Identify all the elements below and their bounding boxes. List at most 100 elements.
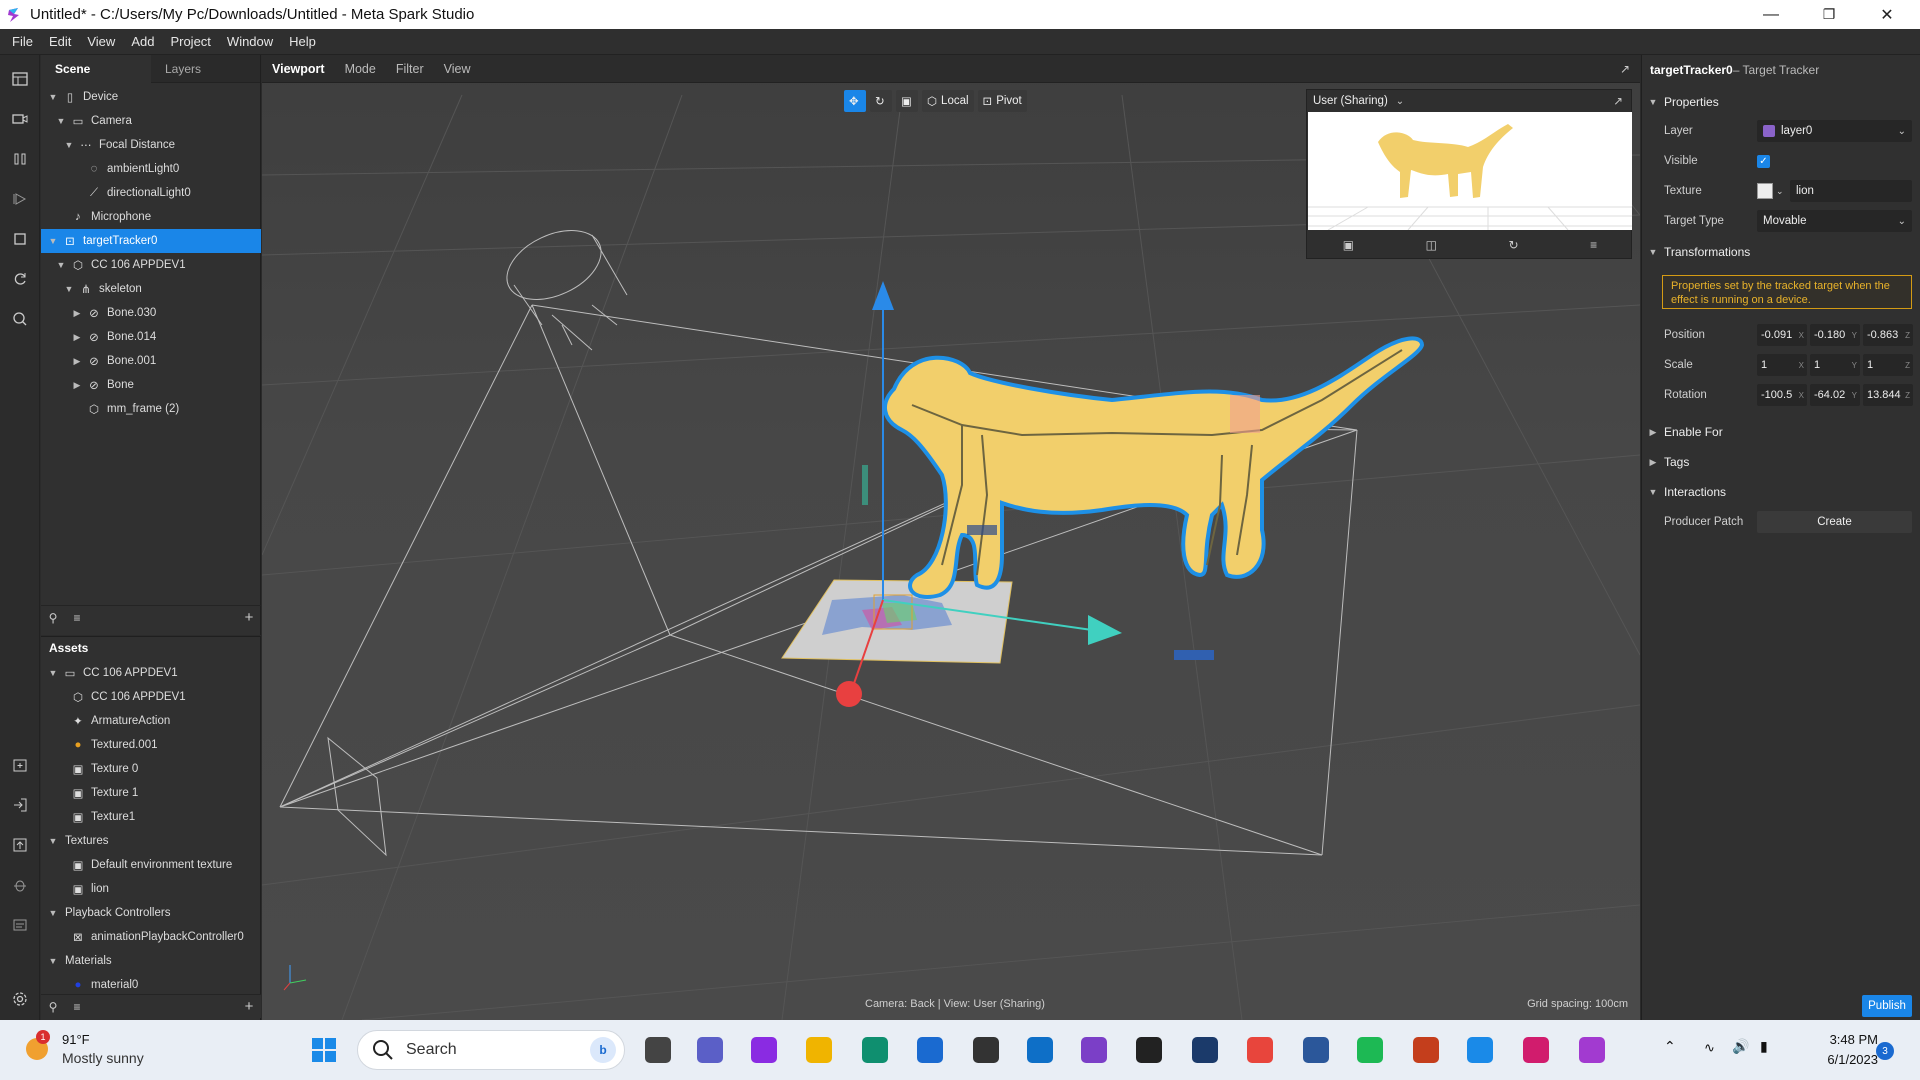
scene-tree-item[interactable]: ♪ Microphone xyxy=(41,205,261,229)
record-video-icon[interactable]: ▣ xyxy=(1343,238,1354,252)
scale-y-field[interactable]: 1Y xyxy=(1810,354,1860,376)
menu-window[interactable]: Window xyxy=(219,34,281,49)
viewport[interactable]: Viewport Mode Filter View ↗ ✥ ↻ ▣ ⬡ Local… xyxy=(262,55,1640,1020)
notification-badge[interactable]: 3 xyxy=(1876,1042,1894,1060)
restore-button[interactable]: ❐ xyxy=(1800,0,1858,29)
collapse-arrow-icon[interactable]: ▼ xyxy=(55,260,67,270)
chrome-icon[interactable] xyxy=(1242,1032,1278,1068)
scene-tree-item[interactable]: ▼ ▭ Camera xyxy=(41,109,261,133)
scene-tree-item[interactable]: ⟋ directionalLight0 xyxy=(41,181,261,205)
word-icon[interactable] xyxy=(1298,1032,1334,1068)
collapse-arrow-icon[interactable]: ▼ xyxy=(63,140,75,150)
weather-widget[interactable]: 1 91°F Mostly sunny xyxy=(22,1028,222,1072)
jetbrains-icon[interactable] xyxy=(1518,1032,1554,1068)
asset-item[interactable]: ▼ Textures xyxy=(41,829,261,853)
section-interactions[interactable]: ▼ Interactions xyxy=(1642,481,1920,503)
scale-z-field[interactable]: 1Z xyxy=(1863,354,1913,376)
layout-icon[interactable] xyxy=(8,67,32,91)
asset-item[interactable]: ▼ Materials xyxy=(41,949,261,973)
chevron-up-icon[interactable]: ⌃ xyxy=(1664,1038,1676,1055)
asset-item[interactable]: ▼ ▭ CC 106 APPDEV1 xyxy=(41,661,261,685)
collapse-arrow-icon[interactable]: ▼ xyxy=(47,668,59,678)
pivot-toggle[interactable]: ⊡ Pivot xyxy=(977,90,1027,112)
app-icon[interactable] xyxy=(1131,1032,1167,1068)
tab-view[interactable]: View xyxy=(434,62,481,76)
local-toggle[interactable]: ⬡ Local xyxy=(922,90,974,112)
scene-tree-item[interactable]: ▶ ⊘ Bone.014 xyxy=(41,325,261,349)
asset-item[interactable]: ● Textured.001 xyxy=(41,733,261,757)
asset-item[interactable]: ▣ Texture1 xyxy=(41,805,261,829)
scale-tool-button[interactable]: ▣ xyxy=(896,90,918,112)
section-enable-for[interactable]: ▶ Enable For xyxy=(1642,421,1920,443)
texture-thumbnail[interactable] xyxy=(1757,183,1773,199)
section-properties[interactable]: ▼ Properties xyxy=(1642,91,1920,113)
refresh-icon[interactable] xyxy=(8,267,32,291)
scene-tree-item[interactable]: ▼ ⋔ skeleton xyxy=(41,277,261,301)
position-z-field[interactable]: -0.863 Z xyxy=(1863,324,1913,346)
upload-icon[interactable] xyxy=(8,833,32,857)
asset-item[interactable]: ▣ Texture 0 xyxy=(41,757,261,781)
spotify-icon[interactable] xyxy=(1352,1032,1388,1068)
clock[interactable]: 3:48 PM 6/1/2023 xyxy=(1788,1030,1878,1070)
position-x-field[interactable]: -0.091 X xyxy=(1757,324,1807,346)
menu-edit[interactable]: Edit xyxy=(41,34,79,49)
settings-gear-icon[interactable] xyxy=(8,987,32,1011)
play-icon[interactable] xyxy=(8,187,32,211)
wifi-icon[interactable]: ∿ xyxy=(1704,1040,1715,1056)
visible-checkbox[interactable]: ✓ xyxy=(1757,154,1770,168)
collapse-arrow-icon[interactable]: ▼ xyxy=(55,116,67,126)
expand-arrow-icon[interactable]: ▶ xyxy=(71,356,83,367)
rotation-z-field[interactable]: 13.844 Z xyxy=(1863,384,1913,406)
menu-help[interactable]: Help xyxy=(281,34,324,49)
section-tags[interactable]: ▶ Tags xyxy=(1642,451,1920,473)
vscode-icon[interactable] xyxy=(1022,1032,1058,1068)
collapse-arrow-icon[interactable]: ▼ xyxy=(47,908,59,918)
restart-icon[interactable]: ↻ xyxy=(1509,238,1519,252)
collapse-arrow-icon[interactable]: ▼ xyxy=(47,956,59,966)
position-y-field[interactable]: -0.180 Y xyxy=(1810,324,1860,346)
add-asset-icon[interactable] xyxy=(8,753,32,777)
minimize-button[interactable]: — xyxy=(1742,0,1800,29)
expand-arrow-icon[interactable]: ▶ xyxy=(71,380,83,391)
collapse-arrow-icon[interactable]: ▼ xyxy=(47,236,59,246)
expand-arrow-icon[interactable]: ▶ xyxy=(71,308,83,319)
menu-file[interactable]: File xyxy=(0,34,41,49)
target-type-dropdown[interactable]: Movable ⌄ xyxy=(1757,210,1912,232)
scene-tree-item[interactable]: ▼ ⋯ Focal Distance xyxy=(41,133,261,157)
asset-item[interactable]: ⬡ CC 106 APPDEV1 xyxy=(41,685,261,709)
asset-item[interactable]: ✦ ArmatureAction xyxy=(41,709,261,733)
scene-tree-item[interactable]: ▼ ⊡ targetTracker0 xyxy=(41,229,261,253)
create-button[interactable]: Create xyxy=(1757,511,1912,533)
collapse-arrow-icon[interactable]: ▼ xyxy=(63,284,75,294)
console-icon[interactable] xyxy=(8,913,32,937)
task-view-icon[interactable] xyxy=(640,1032,676,1068)
section-transformations[interactable]: ▼ Transformations xyxy=(1642,241,1920,263)
scene-tree-item[interactable]: ▶ ⊘ Bone.001 xyxy=(41,349,261,373)
asset-item[interactable]: ▣ Default environment texture xyxy=(41,853,261,877)
volume-icon[interactable]: 🔊 xyxy=(1732,1038,1749,1055)
popout-icon[interactable]: ↗ xyxy=(1620,62,1630,76)
tab-viewport[interactable]: Viewport xyxy=(262,62,335,76)
close-button[interactable]: ✕ xyxy=(1858,0,1916,29)
texture-field[interactable]: lion xyxy=(1790,180,1912,202)
scene-tree-item[interactable]: ◌ ambientLight0 xyxy=(41,157,261,181)
tab-scene[interactable]: Scene xyxy=(41,54,151,83)
scene-tree-item[interactable]: ▶ ⊘ Bone xyxy=(41,373,261,397)
add-object-icon[interactable]: + xyxy=(237,609,261,626)
scale-x-field[interactable]: 1X xyxy=(1757,354,1807,376)
search-icon[interactable] xyxy=(8,307,32,331)
preview-title[interactable]: User (Sharing) xyxy=(1313,95,1388,107)
taskbar-search[interactable]: Search b xyxy=(357,1030,625,1070)
publish-button[interactable]: Publish xyxy=(1862,995,1912,1017)
scene-tree-item[interactable]: ▼ ▯ Device xyxy=(41,85,261,109)
rotation-y-field[interactable]: -64.02 Y xyxy=(1810,384,1860,406)
spark-studio-icon[interactable] xyxy=(1574,1032,1610,1068)
screenshot-icon[interactable]: ◫ xyxy=(1426,238,1437,252)
scene-tree-item[interactable]: ▼ ⬡ CC 106 APPDEV1 xyxy=(41,253,261,277)
menu-view[interactable]: View xyxy=(79,34,123,49)
rotate-tool-button[interactable]: ↻ xyxy=(870,90,892,112)
photos-icon[interactable] xyxy=(1462,1032,1498,1068)
teams-chat-icon[interactable] xyxy=(692,1032,728,1068)
collapse-arrow-icon[interactable]: ▼ xyxy=(47,92,59,102)
scene-tree-item[interactable]: ▶ ⊘ Bone.030 xyxy=(41,301,261,325)
